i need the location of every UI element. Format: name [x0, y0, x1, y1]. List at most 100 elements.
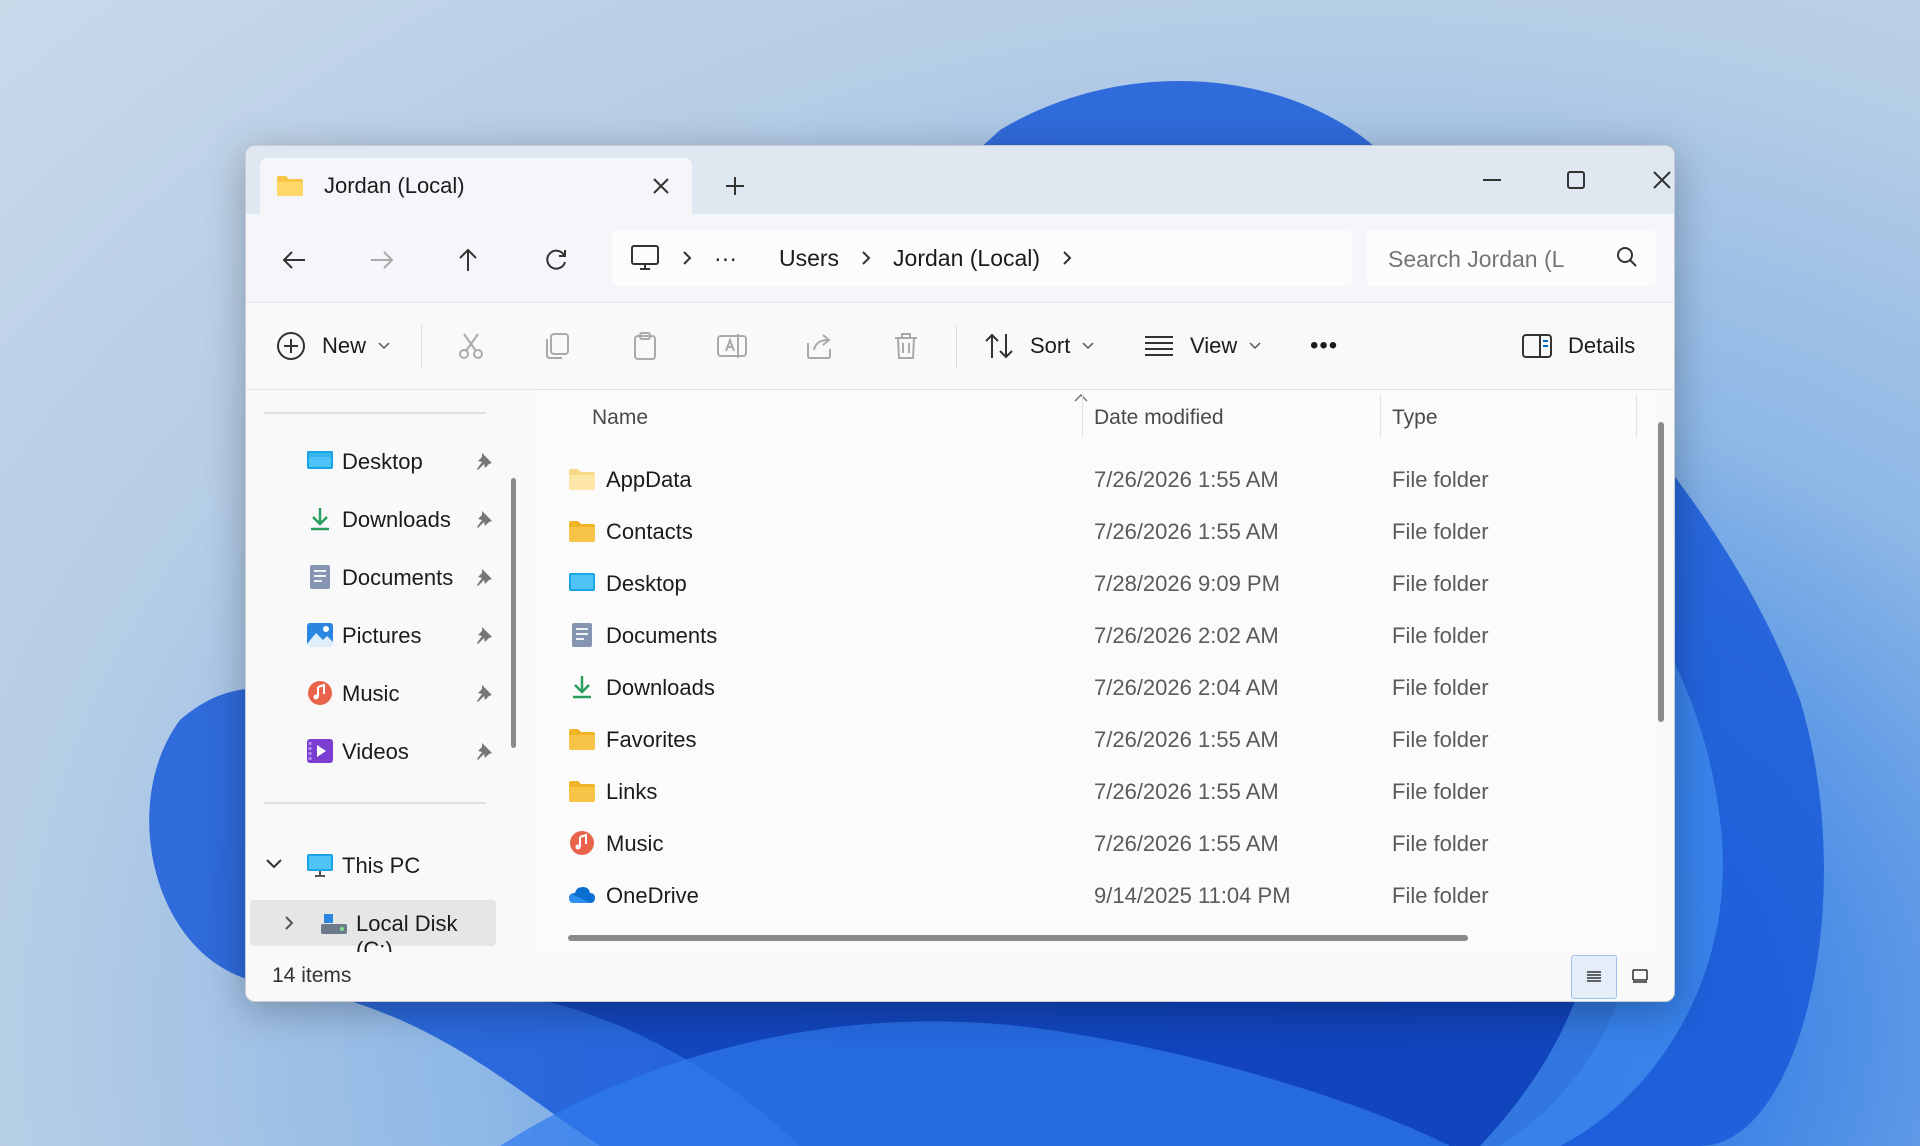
sidebar-item-music[interactable]: Music — [246, 670, 496, 716]
back-button[interactable] — [274, 240, 314, 280]
rename-icon — [717, 334, 747, 358]
breadcrumb-users[interactable]: Users — [779, 245, 839, 272]
search-input[interactable] — [1386, 242, 1590, 276]
column-header-date[interactable]: Date modified — [1094, 390, 1224, 446]
refresh-button[interactable] — [536, 240, 576, 280]
rename-button[interactable] — [716, 323, 748, 369]
new-button[interactable]: New — [276, 323, 390, 369]
table-row[interactable]: Links 7/26/2026 1:55 AM File folder — [536, 766, 1636, 818]
file-type: File folder — [1392, 467, 1489, 492]
up-button[interactable] — [448, 240, 488, 280]
folder-icon — [569, 729, 595, 750]
file-type: File folder — [1392, 831, 1489, 856]
file-type: File folder — [1392, 779, 1489, 804]
file-name: Documents — [606, 623, 718, 648]
file-date: 7/26/2026 2:04 AM — [1094, 675, 1279, 700]
sidebar-scrollbar[interactable] — [511, 478, 516, 748]
pin-icon[interactable] — [474, 509, 494, 535]
pin-icon[interactable] — [474, 741, 494, 767]
column-divider[interactable] — [1380, 394, 1381, 438]
maximize-icon — [1567, 171, 1585, 189]
view-list-icon — [1145, 336, 1173, 356]
paste-button[interactable] — [630, 323, 660, 369]
sidebar-item-downloads[interactable]: Downloads — [246, 496, 496, 542]
file-name: Music — [606, 831, 664, 856]
sidebar-item-this-pc[interactable]: This PC — [246, 842, 496, 888]
sort-icon — [985, 333, 1013, 359]
close-window-button[interactable] — [1632, 158, 1674, 202]
sidebar-item-desktop[interactable]: Desktop — [246, 438, 496, 484]
sidebar-item-pictures[interactable]: Pictures — [246, 612, 496, 658]
table-row[interactable]: Music 7/26/2026 1:55 AM File folder — [536, 818, 1636, 870]
sidebar-item-label: This PC — [342, 853, 421, 878]
sidebar-item-documents[interactable]: Documents — [246, 554, 496, 600]
breadcrumb-overflow[interactable]: ··· — [714, 245, 737, 272]
chevron-right-icon[interactable] — [284, 915, 294, 931]
sort-button[interactable]: Sort — [984, 323, 1094, 369]
horizontal-scrollbar[interactable] — [568, 935, 1468, 941]
file-name: Desktop — [606, 571, 687, 596]
this-pc-icon — [307, 854, 333, 877]
sidebar-item-label: Downloads — [342, 507, 451, 532]
chevron-right-icon[interactable] — [1062, 250, 1072, 266]
copy-icon — [546, 333, 569, 359]
trash-icon — [895, 333, 917, 359]
minimize-button[interactable] — [1462, 158, 1522, 202]
divider — [264, 412, 486, 414]
column-header-name[interactable]: Name — [592, 390, 648, 446]
search-icon — [1616, 246, 1638, 273]
vertical-scrollbar[interactable] — [1658, 422, 1664, 722]
file-type: File folder — [1392, 623, 1489, 648]
table-row[interactable]: Downloads 7/26/2026 2:04 AM File folder — [536, 662, 1636, 714]
column-divider[interactable] — [1082, 394, 1083, 438]
file-type: File folder — [1392, 675, 1489, 700]
table-row[interactable]: Contacts 7/26/2026 1:55 AM File folder — [536, 506, 1636, 558]
sort-label: Sort — [1030, 333, 1071, 358]
table-row[interactable]: AppData 7/26/2026 1:55 AM File folder — [536, 454, 1636, 506]
share-button[interactable] — [804, 323, 834, 369]
tiles-view-button[interactable] — [1618, 955, 1662, 997]
details-label: Details — [1568, 333, 1636, 358]
file-date: 7/26/2026 1:55 AM — [1094, 727, 1279, 752]
table-row[interactable]: Desktop 7/28/2026 9:09 PM File folder — [536, 558, 1636, 610]
table-row[interactable]: OneDrive 9/14/2025 11:04 PM File folder — [536, 870, 1636, 922]
details-button[interactable]: Details — [1522, 323, 1635, 369]
navigation-pane: Desktop Downloads Documents Pictures Mus… — [246, 390, 516, 962]
file-date: 9/14/2025 11:04 PM — [1094, 883, 1291, 908]
view-button[interactable]: View — [1144, 323, 1261, 369]
cut-button[interactable] — [456, 323, 486, 369]
scissors-icon — [459, 333, 483, 359]
column-header-type[interactable]: Type — [1392, 390, 1438, 446]
sidebar-item-local-disk[interactable]: Local Disk (C:) — [250, 900, 496, 962]
breadcrumb[interactable]: ··· Users Jordan (Local) — [612, 230, 1352, 286]
file-name: Contacts — [606, 519, 693, 544]
close-tab-button[interactable] — [652, 172, 670, 200]
column-divider[interactable] — [1636, 394, 1637, 438]
pin-icon[interactable] — [474, 567, 494, 593]
chevron-down-icon[interactable] — [266, 859, 282, 869]
new-tab-button[interactable] — [724, 170, 746, 202]
downloads-icon — [573, 676, 591, 699]
table-row[interactable]: Favorites 7/26/2026 1:55 AM File folder — [536, 714, 1636, 766]
file-type: File folder — [1392, 571, 1489, 596]
tab-jordan-local[interactable]: Jordan (Local) — [260, 158, 692, 214]
file-name: Favorites — [606, 727, 697, 752]
maximize-button[interactable] — [1546, 158, 1606, 202]
pin-icon[interactable] — [474, 625, 494, 651]
file-name: AppData — [606, 467, 692, 492]
search-box[interactable] — [1366, 230, 1656, 286]
breadcrumb-jordan-local[interactable]: Jordan (Local) — [893, 245, 1040, 272]
desktop-icon — [307, 451, 333, 469]
table-row[interactable]: Documents 7/26/2026 2:02 AM File folder — [536, 610, 1636, 662]
sidebar-item-videos[interactable]: Videos — [246, 728, 496, 774]
sidebar-item-label: Pictures — [342, 623, 422, 648]
delete-button[interactable] — [892, 323, 920, 369]
new-label: New — [322, 333, 367, 358]
title-bar: Jordan (Local) — [246, 146, 1674, 214]
more-options-button[interactable]: ••• — [1310, 323, 1338, 369]
pin-icon[interactable] — [474, 451, 494, 477]
forward-button[interactable] — [362, 240, 402, 280]
details-view-button[interactable] — [1571, 955, 1617, 999]
pin-icon[interactable] — [474, 683, 494, 709]
copy-button[interactable] — [542, 323, 572, 369]
